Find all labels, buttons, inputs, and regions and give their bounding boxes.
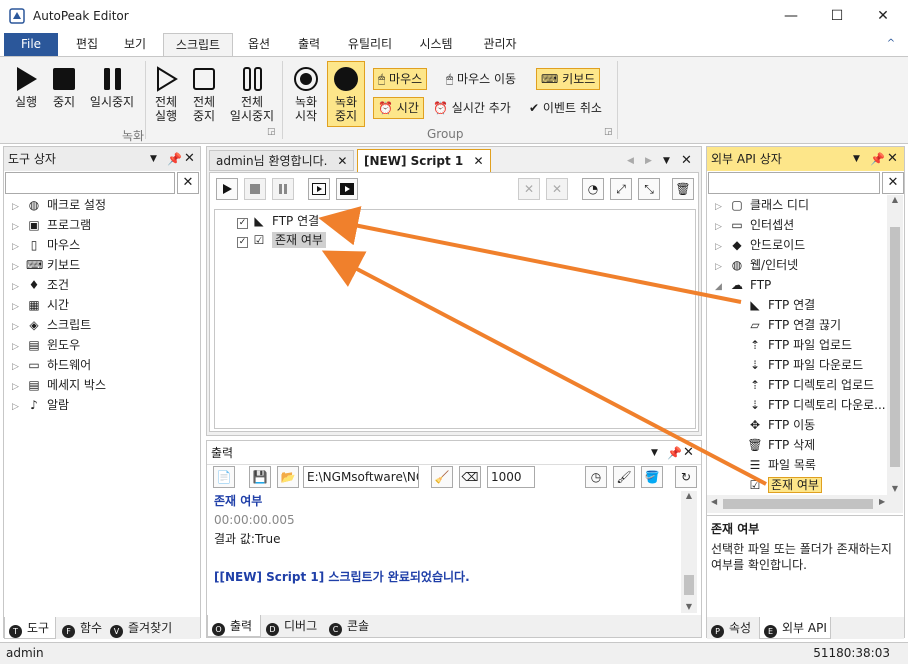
annotation-arrows [318,206,767,486]
status-user: admin [6,646,44,660]
arrow-exists [321,250,767,486]
status-bar: admin 51180:38:03 [0,642,908,664]
status-time: 51180:38:03 [813,646,890,660]
